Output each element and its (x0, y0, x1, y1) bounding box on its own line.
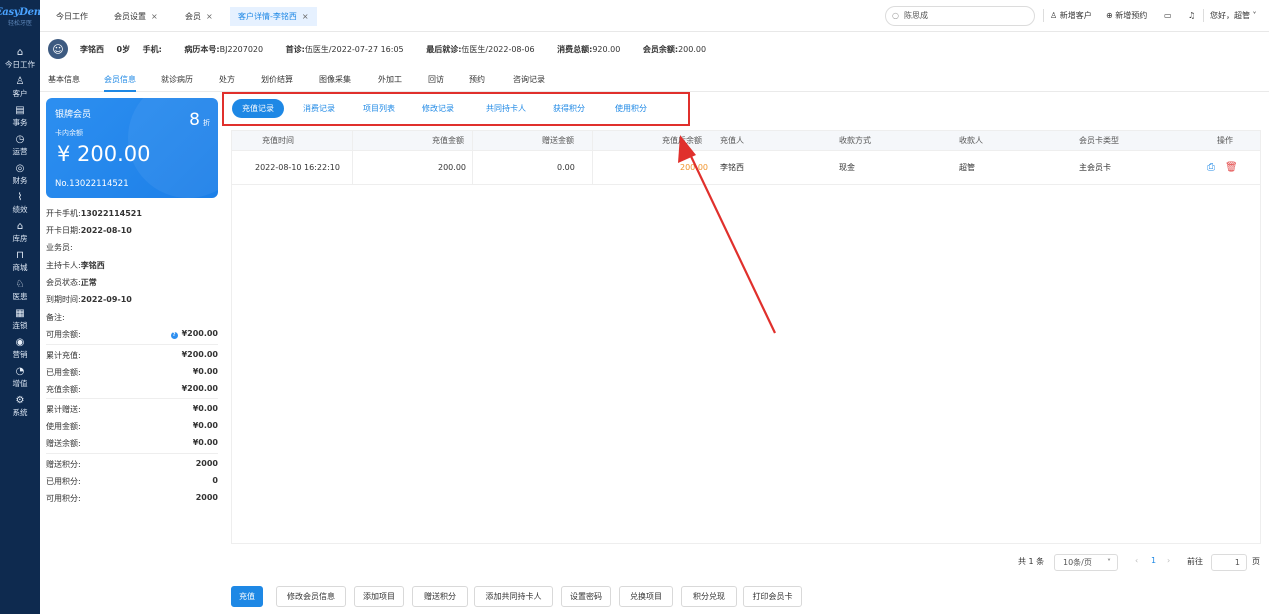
gift-points-button[interactable]: 赠送积分 (412, 586, 468, 607)
add-co-holder-button[interactable]: 添加共同持卡人 (474, 586, 553, 607)
page-size-value: 10条/页 (1063, 558, 1092, 567)
next-page-icon[interactable]: › (1167, 556, 1170, 565)
goto-label: 前往 (1187, 557, 1203, 566)
pager-total: 共 1 条 (1018, 557, 1045, 566)
page-unit: 页 (1252, 557, 1260, 566)
prev-page-icon[interactable]: ‹ (1135, 556, 1138, 565)
redeem-project-button[interactable]: 兑换项目 (619, 586, 673, 607)
edit-member-info-button[interactable]: 修改会员信息 (276, 586, 346, 607)
annotation-arrow (678, 135, 776, 334)
print-member-card-button[interactable]: 打印会员卡 (743, 586, 802, 607)
set-password-button[interactable]: 设置密码 (561, 586, 611, 607)
recharge-button[interactable]: 充值 (231, 586, 263, 607)
goto-input[interactable]: 1 (1211, 554, 1247, 571)
points-cashout-button[interactable]: 积分兑现 (681, 586, 737, 607)
page-number[interactable]: 1 (1151, 556, 1156, 565)
page-size-select[interactable]: 10条/页 ˅ (1054, 554, 1118, 571)
chevron-down-icon: ˅ (1107, 558, 1111, 567)
add-project-button[interactable]: 添加项目 (354, 586, 404, 607)
arrow-shaft (687, 149, 776, 334)
